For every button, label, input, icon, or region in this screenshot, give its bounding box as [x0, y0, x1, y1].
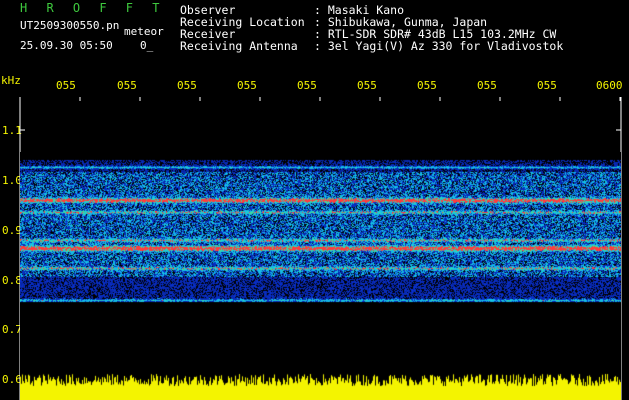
waterfall-spectrogram: [20, 152, 621, 400]
